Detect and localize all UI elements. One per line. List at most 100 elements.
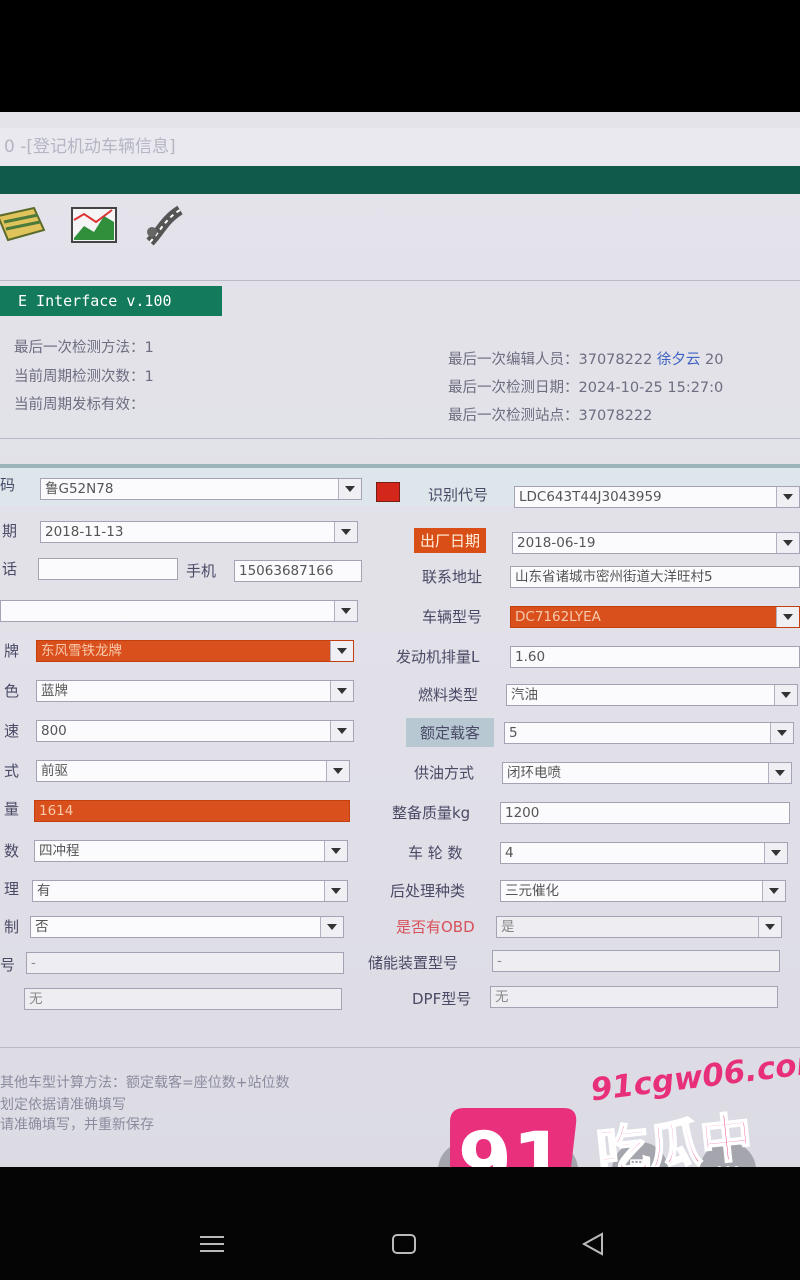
last-editor-tail: 20 (705, 352, 724, 368)
vin-select[interactable]: LDC643T44J3043959 (514, 486, 800, 508)
phone-label: 话 (2, 560, 18, 578)
chevron-down-icon[interactable] (774, 685, 797, 705)
brand-label: 牌 (4, 642, 20, 660)
plate-label: 码 (0, 476, 16, 494)
phone-field[interactable] (38, 558, 178, 580)
mass-label: 量 (4, 800, 20, 818)
chevron-down-icon[interactable] (776, 487, 799, 507)
chevron-down-icon[interactable] (330, 641, 353, 661)
after-treatment-select[interactable]: 三元催化 (500, 880, 786, 902)
mass-field[interactable]: 1614 (34, 800, 350, 822)
chevron-down-icon[interactable] (762, 881, 785, 901)
note-line-1: 其他车型计算方法：额定载客=座位数+站位数 (0, 1075, 290, 1091)
stroke-select[interactable]: 四冲程 (34, 840, 348, 862)
model-select[interactable]: DC7162LYEA (510, 606, 800, 628)
vin-label: 识别代号 (428, 486, 489, 504)
chevron-down-icon[interactable] (334, 522, 357, 542)
chevron-down-icon[interactable] (334, 601, 357, 621)
displacement-field[interactable]: 1.60 (510, 646, 800, 668)
toolbar (0, 196, 800, 258)
owner-select[interactable] (0, 600, 358, 622)
mobile-label: 手机 (186, 562, 217, 580)
seats-select[interactable]: 5 (504, 722, 794, 744)
address-label: 联系地址 (422, 568, 483, 586)
brand-select[interactable]: 东风雪铁龙牌 (36, 640, 354, 662)
obd-label: 是否有OBD (396, 918, 475, 936)
seats-label: 额定载客 (406, 718, 495, 747)
menu-icon[interactable] (196, 1230, 228, 1258)
divider (0, 280, 800, 281)
drive-select[interactable]: 前驱 (36, 760, 350, 782)
wheels-label: 车 轮 数 (408, 844, 463, 862)
last-editor-label: 最后一次编辑人员：37078222 (448, 352, 653, 368)
dpf-field[interactable]: 无 (490, 986, 778, 1008)
note-line-2: 划定依据请准确填写 (0, 1097, 126, 1113)
reg-date-select[interactable]: 2018-11-13 (40, 521, 358, 543)
chevron-down-icon[interactable] (768, 763, 791, 783)
speed-select[interactable]: 800 (36, 720, 354, 742)
chevron-down-icon[interactable] (324, 841, 347, 861)
factory-date-select[interactable]: 2018-06-19 (512, 532, 800, 554)
address-field[interactable]: 山东省诸城市密州街道大洋旺村5 (510, 566, 800, 588)
chevron-down-icon[interactable] (324, 881, 347, 901)
treat-label: 理 (4, 880, 20, 898)
note-line-3: 请准确填写，并重新保存 (0, 1117, 154, 1133)
curb-field[interactable]: 1200 (500, 802, 790, 824)
home-icon[interactable] (388, 1230, 420, 1258)
storage-field[interactable]: - (492, 950, 780, 972)
control-select[interactable]: 否 (30, 916, 344, 938)
supply-select[interactable]: 闭环电喷 (502, 762, 792, 784)
speed-label: 速 (4, 722, 20, 740)
reg-date-label: 期 (2, 522, 18, 540)
storage-label: 储能装置型号 (368, 954, 459, 972)
last-check-date: 最后一次检测日期：2024-10-25 15:27:0 (448, 380, 724, 396)
map-icon[interactable] (0, 202, 46, 248)
last-check-station: 最后一次检测站点：37078222 (448, 408, 653, 424)
curb-label: 整备质量kg (392, 804, 471, 822)
divider (0, 1047, 800, 1048)
chevron-down-icon[interactable] (330, 721, 353, 741)
chevron-down-icon[interactable] (330, 681, 353, 701)
chevron-down-icon[interactable] (776, 607, 799, 627)
chevron-down-icon[interactable] (776, 533, 799, 553)
fuel-select[interactable]: 汽油 (506, 684, 798, 706)
last-check-method: 最后一次检测方法：1 (14, 340, 154, 356)
dpf-label: DPF型号 (412, 990, 472, 1008)
phone-nav-bar (0, 1167, 800, 1280)
chevron-down-icon[interactable] (326, 761, 349, 781)
fuel-label: 燃料类型 (418, 686, 479, 704)
chevron-down-icon[interactable] (758, 917, 781, 937)
factory-date-label: 出厂日期 (414, 528, 487, 553)
supply-label: 供油方式 (414, 764, 475, 782)
last-editor-name: 徐夕云 (656, 352, 701, 368)
chart-icon[interactable] (68, 202, 120, 248)
title-accent-bar (0, 166, 800, 194)
model-label: 车辆型号 (422, 608, 483, 626)
drive-label: 式 (4, 762, 20, 780)
divider (0, 438, 800, 439)
wheels-select[interactable]: 4 (500, 842, 788, 864)
plate-color-swatch[interactable] (376, 482, 400, 502)
interface-version-tag: E Interface v.100 (0, 286, 222, 316)
back-icon[interactable] (578, 1230, 610, 1258)
window-title: 0 -[登记机动车辆信息] (0, 128, 800, 166)
last-editor: 最后一次编辑人员：37078222 徐夕云 20 (448, 348, 723, 369)
mobile-field[interactable]: 15063687166 (234, 560, 362, 582)
obd-select[interactable]: 是 (496, 916, 782, 938)
extra-field[interactable]: 无 (24, 988, 342, 1010)
road-icon[interactable] (140, 202, 192, 248)
chevron-down-icon[interactable] (338, 479, 361, 499)
after-treatment-label: 后处理种类 (390, 882, 466, 900)
chevron-down-icon[interactable] (770, 723, 793, 743)
cycle-label-valid: 当前周期发标有效： (14, 397, 145, 413)
number-field[interactable]: - (26, 952, 344, 974)
plate-select[interactable]: 鲁G52N78 (40, 478, 362, 500)
cycle-check-count: 当前周期检测次数：1 (14, 369, 154, 385)
chevron-down-icon[interactable] (320, 917, 343, 937)
treat-select[interactable]: 有 (32, 880, 348, 902)
number-label: 号 (0, 956, 16, 974)
chevron-down-icon[interactable] (764, 843, 787, 863)
color-select[interactable]: 蓝牌 (36, 680, 354, 702)
monitor-screen: 0 -[登记机动车辆信息] E Interface v.100 最后一次检测方法… (0, 112, 800, 1167)
displacement-label: 发动机排量L (396, 648, 480, 666)
